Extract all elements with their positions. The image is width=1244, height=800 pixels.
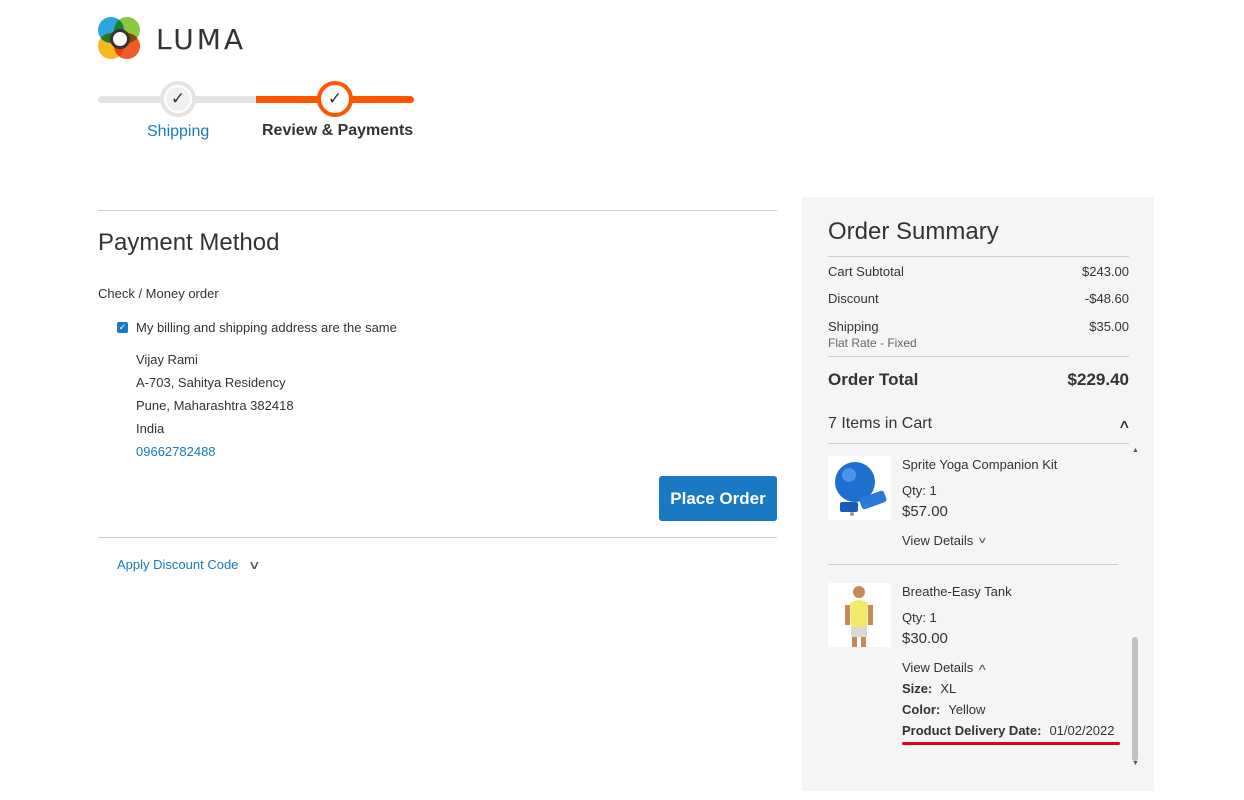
items-in-cart-label[interactable]: 7 Items in Cart xyxy=(828,415,932,433)
option-value: 01/02/2022 xyxy=(1049,723,1115,738)
luma-logo[interactable]: LUMA xyxy=(98,17,246,61)
product-name: Sprite Yoga Companion Kit xyxy=(902,457,1058,472)
option-label: Product Delivery Date: xyxy=(902,723,1042,738)
option-value: XL xyxy=(940,681,957,696)
apply-discount-toggle[interactable]: Apply Discount Code ∨ xyxy=(117,557,262,572)
cart-item-details: Breathe-Easy Tank Qty: 1 $30.00 View Det… xyxy=(902,583,1115,738)
chevron-down-icon: ∨ xyxy=(977,535,988,545)
shipping-row: Shipping $35.00 xyxy=(828,319,1129,334)
step-review-label: Review & Payments xyxy=(262,122,414,139)
address-country: India xyxy=(136,421,165,436)
discount-label: Discount xyxy=(828,291,879,306)
view-details-label[interactable]: View Details xyxy=(902,533,973,548)
product-image-yoga-kit xyxy=(828,456,891,520)
option-label: Size: xyxy=(902,681,933,696)
items-in-cart-toggle[interactable]: 7 Items in Cart ∧ xyxy=(828,415,1132,433)
scrollbar-thumb[interactable] xyxy=(1132,637,1138,761)
view-details-toggle[interactable]: View Details ∧ xyxy=(902,660,1115,675)
address-city: Pune, Maharashtra 382418 xyxy=(136,398,294,413)
discount-row: Discount -$48.60 xyxy=(828,291,1129,306)
shipping-value: $35.00 xyxy=(1089,319,1129,334)
cart-subtotal-label: Cart Subtotal xyxy=(828,264,904,279)
product-option-color: Color: Yellow xyxy=(902,702,1115,717)
view-details-toggle[interactable]: View Details ∨ xyxy=(902,533,1057,548)
order-total-row: Order Total $229.40 xyxy=(828,370,1129,390)
luma-logo-icon xyxy=(98,17,142,61)
items-scrollbar[interactable]: ▲ ▼ xyxy=(1132,447,1139,772)
divider xyxy=(828,564,1118,565)
product-option-size: Size: XL xyxy=(902,681,1115,696)
checkmark-icon: ✓ xyxy=(323,87,347,111)
product-price: $30.00 xyxy=(902,630,948,647)
divider xyxy=(828,256,1129,257)
chevron-down-icon: ∨ xyxy=(248,557,262,572)
scroll-up-arrow-icon[interactable]: ▲ xyxy=(1132,447,1139,454)
place-order-button[interactable]: Place Order xyxy=(659,476,777,521)
product-price: $57.00 xyxy=(902,503,948,520)
product-qty: Qty: 1 xyxy=(902,610,937,625)
address-phone-link[interactable]: 09662782488 xyxy=(136,440,294,463)
option-value: Yellow xyxy=(948,702,986,717)
apply-discount-label[interactable]: Apply Discount Code xyxy=(117,557,238,572)
cart-subtotal-row: Cart Subtotal $243.00 xyxy=(828,264,1129,279)
scroll-down-arrow-icon[interactable]: ▼ xyxy=(1132,760,1139,767)
order-summary: Order Summary Cart Subtotal $243.00 Disc… xyxy=(802,197,1154,791)
step-shipping-link[interactable]: Shipping xyxy=(147,123,209,141)
product-image-tank xyxy=(828,583,891,647)
billing-address: Vijay Rami A-703, Sahitya Residency Pune… xyxy=(136,348,294,463)
product-qty: Qty: 1 xyxy=(902,483,937,498)
checkout-progress-bar: ✓ ✓ Shipping Review & Payments xyxy=(98,80,416,150)
cart-item-details: Sprite Yoga Companion Kit Qty: 1 $57.00 … xyxy=(902,456,1057,548)
divider xyxy=(98,537,777,538)
chevron-up-icon: ∧ xyxy=(977,662,988,672)
view-details-label[interactable]: View Details xyxy=(902,660,973,675)
divider xyxy=(98,210,777,211)
same-address-label[interactable]: My billing and shipping address are the … xyxy=(136,320,397,335)
discount-value: -$48.60 xyxy=(1084,291,1129,306)
address-street: A-703, Sahitya Residency xyxy=(136,375,286,390)
same-address-row[interactable]: ✓ My billing and shipping address are th… xyxy=(117,320,397,335)
address-name: Vijay Rami xyxy=(136,352,198,367)
payment-method-option[interactable]: Check / Money order xyxy=(98,286,219,301)
step-review-marker: ✓ xyxy=(317,81,353,117)
divider xyxy=(828,356,1129,357)
red-annotation-underline xyxy=(902,742,1120,745)
payment-method-title: Payment Method xyxy=(98,229,280,256)
option-label: Color: xyxy=(902,702,941,717)
same-address-checkbox[interactable]: ✓ xyxy=(117,322,128,333)
checkmark-icon: ✓ xyxy=(166,87,190,111)
shipping-label: Shipping xyxy=(828,319,879,334)
order-summary-title: Order Summary xyxy=(828,218,999,245)
chevron-up-icon: ∧ xyxy=(1118,417,1132,431)
step-shipping-marker[interactable]: ✓ xyxy=(160,81,196,117)
brand-name: LUMA xyxy=(156,22,247,56)
divider xyxy=(828,443,1129,444)
cart-subtotal-value: $243.00 xyxy=(1082,264,1129,279)
order-total-label: Order Total xyxy=(828,370,919,389)
shipping-method: Flat Rate - Fixed xyxy=(828,336,917,350)
order-total-value: $229.40 xyxy=(1067,370,1129,389)
product-name: Breathe-Easy Tank xyxy=(902,584,1012,599)
product-option-delivery-date: Product Delivery Date: 01/02/2022 xyxy=(902,723,1115,738)
